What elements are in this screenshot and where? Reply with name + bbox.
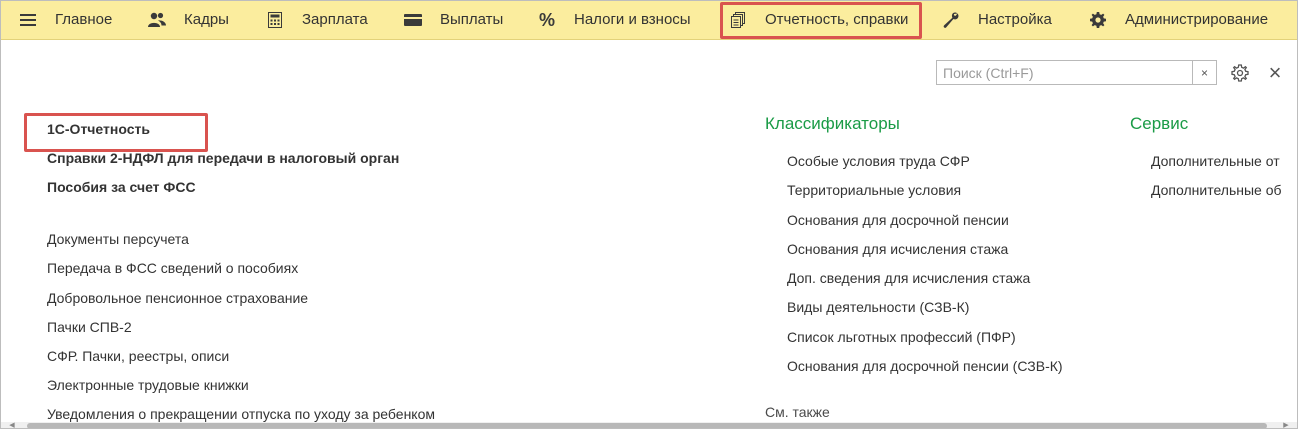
link-classifier-tenure-extra[interactable]: Доп. сведения для исчисления стажа: [787, 270, 1030, 286]
settings-gear-button[interactable]: [1230, 63, 1250, 83]
menu-item-reports[interactable]: Отчетность, справки: [729, 1, 908, 39]
gear-icon: [1231, 64, 1249, 82]
link-voluntary-pension[interactable]: Добровольное пенсионное страхование: [47, 290, 308, 306]
people-icon: [148, 11, 166, 29]
menu-item-payments[interactable]: Выплаты: [404, 1, 503, 39]
hamburger-icon: [19, 11, 37, 29]
app-window: Главное Кадры Зарплата Выплаты % Налоги …: [0, 0, 1298, 429]
link-fss-benefits[interactable]: Пособия за счет ФСС: [47, 179, 196, 195]
calculator-icon: [266, 11, 284, 29]
link-spv2-packs[interactable]: Пачки СПВ-2: [47, 319, 132, 335]
link-service-additional-processing[interactable]: Дополнительные об: [1151, 182, 1282, 198]
menu-item-label: Выплаты: [440, 11, 504, 28]
menu-item-main[interactable]: Главное: [19, 1, 112, 39]
clear-icon: ×: [1200, 65, 1208, 80]
menu-item-label: Главное: [55, 11, 113, 28]
link-2ndfl-certificates[interactable]: Справки 2-НДФЛ для передачи в налоговый …: [47, 150, 399, 166]
menu-item-label: Зарплата: [302, 11, 368, 28]
search-input[interactable]: [937, 61, 1193, 84]
scroll-left-icon[interactable]: ◀: [7, 422, 17, 428]
link-personnel-documents[interactable]: Документы персучета: [47, 231, 189, 247]
menu-item-salary[interactable]: Зарплата: [266, 1, 368, 39]
menu-item-label: Налоги и взносы: [574, 11, 691, 28]
link-classifier-early-pension-szvk[interactable]: Основания для досрочной пенсии (СЗВ-К): [787, 358, 1063, 374]
close-button[interactable]: ×: [1265, 60, 1285, 85]
link-classifier-privileged-professions[interactable]: Список льготных профессий (ПФР): [787, 329, 1016, 345]
link-sfr-packs[interactable]: СФР. Пачки, реестры, описи: [47, 348, 229, 364]
link-fss-benefit-transfer[interactable]: Передача в ФСС сведений о пособиях: [47, 260, 298, 276]
wrench-icon: [942, 11, 960, 29]
link-classifier-early-pension[interactable]: Основания для досрочной пенсии: [787, 212, 1009, 228]
gear-icon: [1089, 11, 1107, 29]
link-service-additional-reports[interactable]: Дополнительные от: [1151, 153, 1280, 169]
menu-item-personnel[interactable]: Кадры: [148, 1, 229, 39]
link-classifier-special-conditions[interactable]: Особые условия труда СФР: [787, 153, 970, 169]
classifiers-title: Классификаторы: [765, 114, 900, 133]
search-clear-button[interactable]: ×: [1192, 61, 1216, 84]
service-title: Сервис: [1130, 114, 1189, 133]
link-classifier-territorial[interactable]: Территориальные условия: [787, 182, 961, 198]
menu-item-label: Администрирование: [1125, 11, 1269, 28]
link-electronic-workbooks[interactable]: Электронные трудовые книжки: [47, 377, 249, 393]
menu-item-taxes[interactable]: % Налоги и взносы: [538, 1, 691, 39]
section-menu-bar: Главное Кадры Зарплата Выплаты % Налоги …: [1, 1, 1297, 40]
horizontal-scrollbar[interactable]: ◀ ▶: [1, 422, 1297, 428]
link-1c-reporting[interactable]: 1С-Отчетность: [47, 121, 150, 137]
close-icon: ×: [1268, 60, 1282, 85]
menu-item-label: Настройка: [978, 11, 1052, 28]
scrollbar-thumb[interactable]: [27, 423, 1267, 428]
menu-item-label: Кадры: [184, 11, 229, 28]
wallet-icon: [404, 11, 422, 29]
percent-icon: %: [538, 9, 555, 30]
search-box: ×: [936, 60, 1217, 85]
menu-item-settings[interactable]: Настройка: [942, 1, 1052, 39]
scroll-right-icon[interactable]: ▶: [1281, 422, 1291, 428]
documents-icon: [729, 11, 747, 29]
link-classifier-tenure-basis[interactable]: Основания для исчисления стажа: [787, 241, 1008, 257]
see-also-label: См. также: [765, 404, 830, 420]
menu-item-label: Отчетность, справки: [765, 11, 909, 28]
menu-item-administration[interactable]: Администрирование: [1089, 1, 1268, 39]
link-classifier-activity-types[interactable]: Виды деятельности (СЗВ-К): [787, 299, 969, 315]
link-leave-termination-notices[interactable]: Уведомления о прекращении отпуска по ухо…: [47, 406, 435, 422]
